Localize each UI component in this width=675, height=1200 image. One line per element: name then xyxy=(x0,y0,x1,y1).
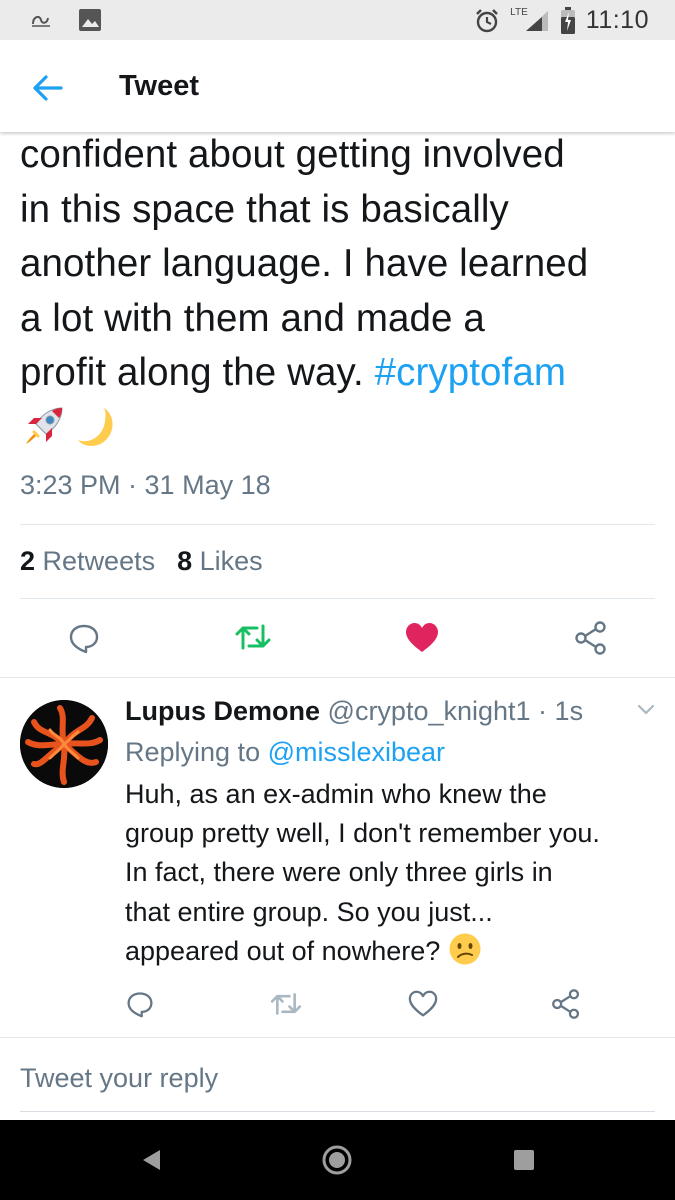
reply-line-text: appeared out of nowhere? xyxy=(125,935,448,966)
retweet-button[interactable] xyxy=(235,619,271,655)
retweets-count: 2 xyxy=(20,546,36,576)
reply-input[interactable]: Tweet your reply xyxy=(20,1063,218,1094)
app-bar: Tweet xyxy=(0,40,675,132)
like-button[interactable] xyxy=(404,620,440,656)
reply-share-button[interactable] xyxy=(548,986,584,1022)
reply-line: appeared out of nowhere? xyxy=(125,932,665,971)
clock: 11:10 xyxy=(585,6,649,34)
reply-line: Huh, as an ex-admin who knew the xyxy=(125,779,547,809)
likes-stat[interactable]: 8 Likes xyxy=(177,546,263,577)
crescent-moon-emoji xyxy=(78,408,113,446)
like-icon xyxy=(406,623,438,652)
page-title: Tweet xyxy=(119,70,200,102)
back-button[interactable] xyxy=(30,70,66,106)
nav-home-icon[interactable] xyxy=(321,1144,353,1176)
divider xyxy=(20,598,655,599)
tweet-line-text: profit along the way. xyxy=(20,351,375,394)
reply-icon xyxy=(69,624,99,654)
share-icon xyxy=(552,989,580,1019)
share-button[interactable] xyxy=(573,620,609,656)
separator: · xyxy=(530,696,555,726)
divider xyxy=(0,677,675,678)
reply-retweet-button[interactable] xyxy=(268,986,304,1022)
likes-count: 8 xyxy=(177,546,193,576)
more-button[interactable] xyxy=(636,703,656,722)
divider xyxy=(20,1111,655,1112)
avatar-image xyxy=(20,700,108,788)
retweet-icon xyxy=(270,993,302,1015)
reply-icon xyxy=(127,992,153,1018)
image-icon xyxy=(79,9,101,31)
nav-back-icon[interactable] xyxy=(140,1148,164,1172)
share-icon xyxy=(575,621,606,655)
replying-prefix: Replying to xyxy=(125,737,268,767)
tweet-text: confident about getting involved in this… xyxy=(20,128,665,401)
tweet-line: profit along the way. #cryptofam xyxy=(20,346,665,401)
navigation-bar xyxy=(0,1120,675,1200)
reply-button[interactable] xyxy=(66,620,102,656)
tweet-line: another language. I have learned xyxy=(20,242,589,285)
chevron-down-icon xyxy=(637,704,655,715)
reply-author-handle[interactable]: @crypto_knight1 xyxy=(328,696,531,726)
reply-line: In fact, there were only three girls in xyxy=(125,857,553,888)
rocket-emoji xyxy=(26,407,63,444)
mention-link[interactable]: @misslexibear xyxy=(268,737,445,767)
confused-face-emoji xyxy=(449,933,481,965)
likes-label: Likes xyxy=(199,546,263,576)
replying-to: Replying to @misslexibear xyxy=(125,737,445,768)
notification-icon xyxy=(32,15,50,27)
divider xyxy=(0,1037,675,1038)
alarm-icon xyxy=(476,8,499,32)
reply-like-button[interactable] xyxy=(405,986,441,1022)
reply-line: group pretty well, I don't remember you. xyxy=(125,818,600,849)
reply-reply-button[interactable] xyxy=(122,986,158,1022)
back-arrow-icon xyxy=(33,75,63,101)
reply-author-name[interactable]: Lupus Demone xyxy=(125,696,320,726)
reply-header: Lupus Demone @crypto_knight1 · 1s xyxy=(125,696,583,727)
avatar[interactable] xyxy=(20,700,108,788)
tweet-line: in this space that is basically xyxy=(20,187,509,231)
tweet-line: a lot with them and made a xyxy=(20,296,485,340)
tweet-timestamp: 3:23 PM · 31 May 18 xyxy=(20,470,271,500)
tweet-line: confident about getting involved xyxy=(20,133,565,176)
retweets-stat[interactable]: 2 Retweets xyxy=(20,546,155,577)
tweet-emojis xyxy=(22,404,120,450)
nav-recents-icon[interactable] xyxy=(513,1149,535,1171)
retweet-icon xyxy=(235,624,271,650)
divider xyxy=(20,524,655,525)
reply-line: that entire group. So you just... xyxy=(125,896,493,927)
like-icon xyxy=(408,990,438,1017)
battery-icon xyxy=(560,6,575,34)
network-type: LTE xyxy=(510,7,528,18)
hashtag-link[interactable]: #cryptofam xyxy=(375,351,566,394)
reply-text: Huh, as an ex-admin who knew the group p… xyxy=(125,775,665,971)
tweet-stats: 2 Retweets 8 Likes xyxy=(20,546,263,577)
retweets-label: Retweets xyxy=(42,546,156,576)
status-bar: LTE 11:10 xyxy=(0,0,675,40)
reply-time: 1s xyxy=(554,696,584,726)
